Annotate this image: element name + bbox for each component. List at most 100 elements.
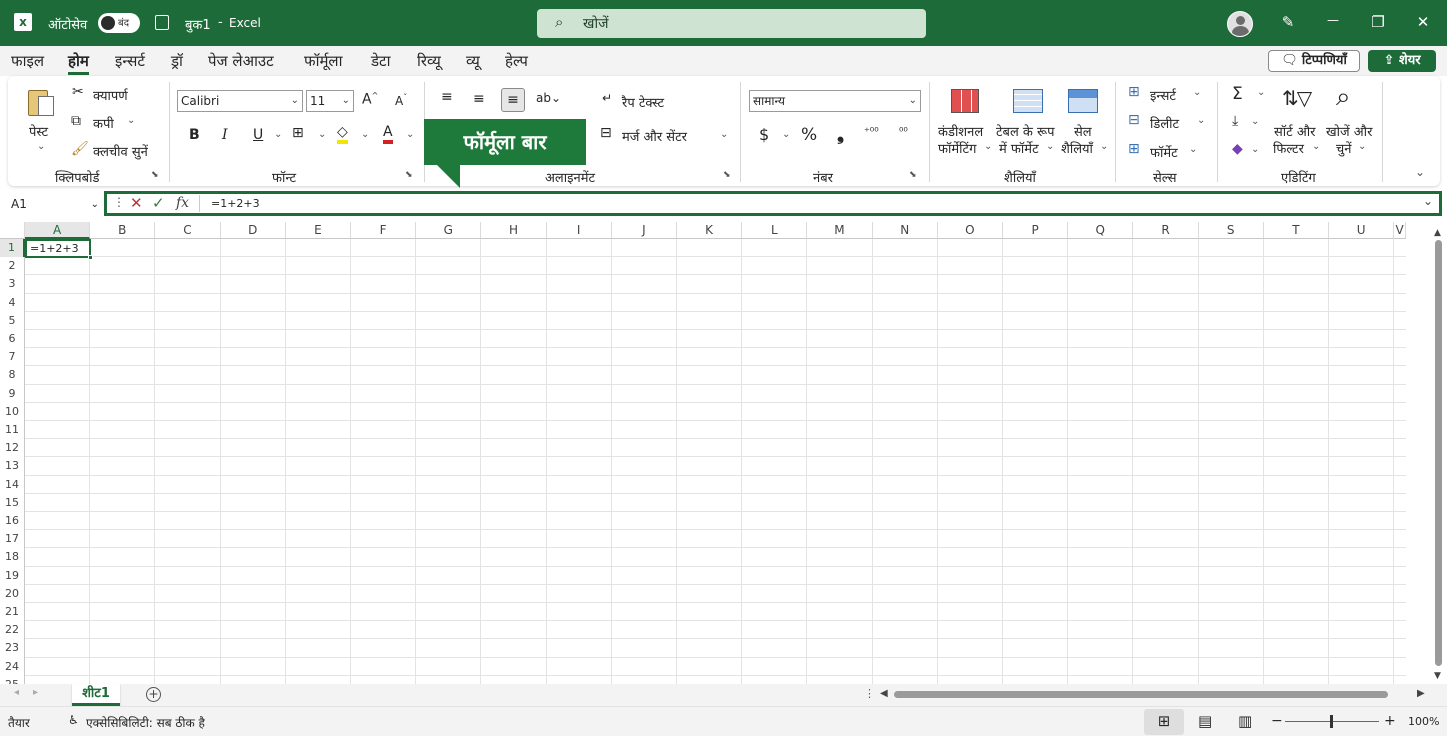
conditional-formatting-label-1[interactable]: कंडीशनल	[938, 122, 983, 140]
comma-button[interactable]: ❟	[837, 124, 844, 145]
column-header[interactable]: E	[285, 222, 351, 239]
increase-decimal-button[interactable]: ⁺⁰⁰	[864, 125, 879, 138]
insert-cells-button[interactable]: इन्सर्ट	[1150, 86, 1176, 104]
share-button[interactable]: ⇪ शेयर	[1368, 50, 1436, 72]
clipboard-launcher-icon[interactable]: ⬊	[151, 170, 159, 180]
column-header[interactable]: T	[1263, 222, 1329, 239]
save-icon[interactable]	[155, 15, 169, 30]
conditional-formatting-label-2[interactable]: फॉर्मेटिंग	[938, 139, 976, 157]
page-break-view-icon[interactable]: ▥	[1238, 712, 1252, 730]
column-header[interactable]: U	[1329, 222, 1395, 239]
delete-dropdown-icon[interactable]: ⌄	[1197, 115, 1205, 126]
sort-filter-dropdown-icon[interactable]: ⌄	[1312, 141, 1320, 152]
tab-draw[interactable]: ड्रॉ	[171, 51, 183, 71]
row-header[interactable]: 4	[0, 293, 25, 312]
decrease-font-icon[interactable]: Aˇ	[395, 93, 407, 108]
horizontal-scroll-thumb[interactable]	[894, 691, 1388, 698]
format-painter-button[interactable]: क्लचीव सुनें	[93, 142, 148, 160]
font-size-select[interactable]: 11 ⌄	[306, 90, 354, 112]
column-header[interactable]: H	[481, 222, 547, 239]
decrease-decimal-button[interactable]: ⁰⁰	[899, 125, 908, 138]
number-launcher-icon[interactable]: ⬊	[909, 170, 917, 180]
fill-icon[interactable]: ⤓	[1232, 113, 1238, 129]
format-as-table-icon[interactable]	[1013, 89, 1043, 113]
column-header[interactable]: B	[90, 222, 156, 239]
normal-view-button[interactable]: ⊞	[1144, 709, 1184, 735]
sheet-next-icon[interactable]: ▸	[33, 687, 38, 698]
paste-button-label[interactable]: पेस्ट	[29, 122, 48, 140]
column-header[interactable]: N	[872, 222, 938, 239]
tab-data[interactable]: डेटा	[371, 51, 390, 71]
row-header[interactable]: 21	[0, 603, 25, 622]
insert-dropdown-icon[interactable]: ⌄	[1193, 87, 1201, 98]
vertical-scroll-thumb[interactable]	[1435, 240, 1442, 666]
column-header[interactable]: C	[155, 222, 221, 239]
row-header[interactable]: 9	[0, 384, 25, 403]
italic-button[interactable]: I	[222, 127, 228, 143]
zoom-in-button[interactable]: +	[1384, 713, 1396, 729]
tab-formulas[interactable]: फॉर्मूला	[304, 51, 342, 71]
delete-cells-button[interactable]: डिलीट	[1150, 114, 1179, 132]
comments-button[interactable]: 🗨 टिप्पणियाँ	[1268, 50, 1360, 72]
tab-insert[interactable]: इन्सर्ट	[115, 51, 145, 71]
table-dropdown-icon[interactable]: ⌄	[1046, 141, 1054, 152]
underline-dropdown-icon[interactable]: ⌄	[274, 129, 282, 140]
cell-styles-icon[interactable]	[1068, 89, 1098, 113]
row-header[interactable]: 14	[0, 475, 25, 494]
row-header[interactable]: 2	[0, 257, 25, 276]
row-header[interactable]: 16	[0, 512, 25, 531]
vertical-scrollbar[interactable]: ▲ ▼	[1431, 228, 1445, 684]
wrap-text-button[interactable]: रैप टेक्स्ट	[622, 93, 664, 111]
fill-dropdown-icon[interactable]: ⌄	[1251, 116, 1259, 127]
bold-button[interactable]: B	[189, 127, 200, 143]
zoom-out-button[interactable]: −	[1271, 713, 1283, 729]
sheet-tab-1[interactable]: शीट1	[72, 684, 120, 706]
row-header[interactable]: 10	[0, 402, 25, 421]
scroll-down-icon[interactable]: ▼	[1434, 671, 1441, 681]
column-header[interactable]: K	[677, 222, 743, 239]
autosave-toggle[interactable]: बंद	[98, 13, 140, 33]
column-header[interactable]: P	[1003, 222, 1069, 239]
column-header[interactable]: D	[220, 222, 286, 239]
format-cells-button[interactable]: फॉर्मेट	[1150, 143, 1178, 161]
format-dropdown-icon[interactable]: ⌄	[1189, 144, 1197, 155]
find-select-dropdown-icon[interactable]: ⌄	[1358, 141, 1366, 152]
column-header[interactable]: A	[25, 222, 91, 239]
align-middle-icon[interactable]: ≡	[473, 91, 485, 107]
pen-icon[interactable]: ✎	[1273, 13, 1303, 31]
row-header[interactable]: 8	[0, 366, 25, 385]
tab-view[interactable]: व्यू	[466, 51, 480, 71]
zoom-level[interactable]: 100%	[1408, 715, 1439, 728]
conditional-dropdown-icon[interactable]: ⌄	[984, 141, 992, 152]
zoom-slider[interactable]	[1285, 715, 1379, 728]
tab-home[interactable]: होम	[68, 51, 89, 75]
column-header[interactable]: J	[611, 222, 677, 239]
fill-handle[interactable]	[88, 255, 93, 260]
column-header[interactable]: R	[1133, 222, 1199, 239]
page-layout-view-icon[interactable]: ▤	[1198, 712, 1212, 730]
row-header[interactable]: 13	[0, 457, 25, 476]
accessibility-icon[interactable]: ♿	[68, 713, 79, 727]
select-all-corner[interactable]	[0, 222, 25, 239]
find-select-label-1[interactable]: खोजें और	[1326, 122, 1372, 140]
minimize-button[interactable]: —	[1318, 13, 1348, 27]
scroll-left-icon[interactable]: ◀	[880, 688, 888, 699]
row-header[interactable]: 24	[0, 657, 25, 676]
row-header[interactable]: 5	[0, 311, 25, 330]
borders-icon[interactable]: ⊞	[292, 125, 304, 141]
column-header[interactable]: F	[351, 222, 417, 239]
cell-styles-label-1[interactable]: सेल	[1074, 122, 1092, 140]
zoom-slider-thumb[interactable]	[1330, 715, 1333, 728]
fill-color-icon[interactable]: ◇	[337, 125, 348, 144]
fill-color-dropdown-icon[interactable]: ⌄	[361, 129, 369, 140]
close-button[interactable]: ✕	[1408, 13, 1438, 31]
row-header[interactable]: 17	[0, 530, 25, 549]
collapse-ribbon-icon[interactable]: ⌄	[1415, 165, 1425, 179]
sort-filter-label-1[interactable]: सॉर्ट और	[1274, 122, 1315, 140]
cell-styles-dropdown-icon[interactable]: ⌄	[1100, 141, 1108, 152]
clear-icon[interactable]: ◆	[1232, 141, 1243, 157]
align-top-icon[interactable]: ≡	[441, 89, 453, 105]
avatar[interactable]	[1227, 11, 1253, 37]
column-header[interactable]: I	[546, 222, 612, 239]
add-sheet-button[interactable]: +	[146, 687, 161, 702]
